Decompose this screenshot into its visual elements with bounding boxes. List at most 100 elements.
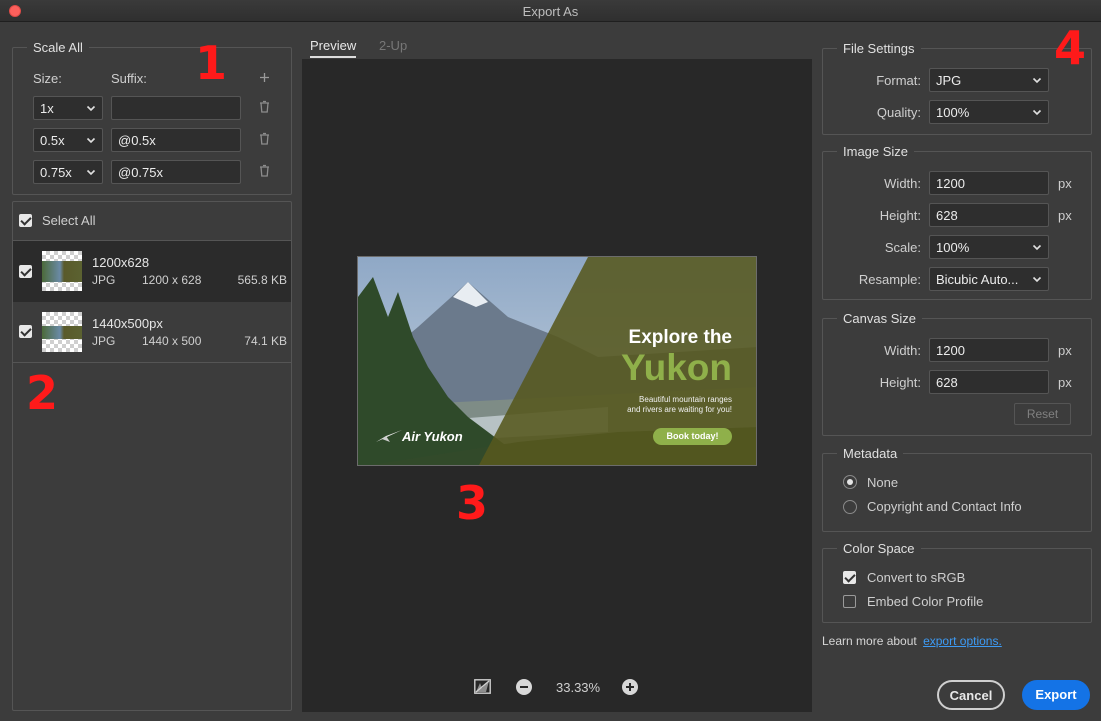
annotation-number: 3	[456, 476, 489, 530]
scale-label: Scale:	[884, 240, 921, 255]
export-options-link[interactable]: export options.	[923, 634, 1002, 648]
image-height-unit: px	[1058, 208, 1072, 223]
scale-size-value: 0.75x	[40, 165, 72, 180]
export-button[interactable]: Export	[1022, 680, 1090, 710]
scale-size-value: 0.5x	[40, 133, 65, 148]
image-height-input[interactable]: 628	[929, 203, 1049, 227]
tab-2-up[interactable]: 2-Up	[379, 38, 407, 53]
learn-more-text: Learn more about export options.	[822, 634, 1002, 648]
banner-heading: Explore the	[628, 327, 732, 348]
asset-format: JPG	[92, 273, 116, 287]
asset-thumbnail	[42, 312, 82, 352]
file-settings-legend: File Settings	[837, 41, 921, 56]
window-title: Export As	[522, 4, 579, 19]
canvas-height-label: Height:	[879, 375, 921, 390]
metadata-copyright-radio[interactable]	[843, 500, 857, 514]
banner-title: Yukon	[620, 347, 732, 388]
plus-icon[interactable]	[259, 72, 270, 83]
scale-size-select-2[interactable]: 0.5x	[33, 128, 103, 152]
resample-label: Resample:	[858, 272, 921, 287]
canvas-height-unit: px	[1058, 375, 1072, 390]
image-width-label: Width:	[884, 176, 921, 191]
trash-icon[interactable]	[259, 164, 270, 177]
size-label: Size:	[33, 71, 62, 86]
chevron-down-icon	[86, 169, 96, 176]
chevron-down-icon	[1032, 109, 1042, 116]
format-label: Format:	[876, 73, 921, 88]
chevron-down-icon	[86, 137, 96, 144]
resample-value: Bicubic Auto...	[936, 272, 1019, 287]
image-width-unit: px	[1058, 176, 1072, 191]
metadata-panel	[822, 453, 1092, 532]
suffix-label: Suffix:	[111, 71, 147, 86]
metadata-copyright-label: Copyright and Contact Info	[867, 499, 1022, 514]
image-width-input[interactable]: 1200	[929, 171, 1049, 195]
trash-icon[interactable]	[259, 132, 270, 145]
asset-name: 1440x500px	[92, 316, 163, 331]
asset-size: 565.8 KB	[237, 273, 287, 287]
tab-preview[interactable]: Preview	[310, 38, 356, 53]
learn-more-label: Learn more about	[822, 634, 917, 648]
quality-label: Quality:	[876, 105, 921, 120]
canvas-size-legend: Canvas Size	[837, 311, 922, 326]
banner-cta-button: Book today!	[653, 428, 732, 445]
trash-icon[interactable]	[259, 100, 270, 113]
asset-row-2[interactable]: 1440x500px JPG 1440 x 500 74.1 KB	[13, 302, 291, 363]
banner-subtext-2: and rivers are waiting for you!	[627, 405, 732, 414]
zoom-out-icon[interactable]	[516, 679, 532, 695]
select-all-checkbox[interactable]	[19, 214, 32, 227]
convert-srgb-checkbox[interactable]	[843, 571, 856, 584]
annotation-number: 4	[1054, 21, 1087, 75]
suffix-input-1[interactable]	[111, 96, 241, 120]
embed-profile-checkbox[interactable]	[843, 595, 856, 608]
canvas-height-input[interactable]: 628	[929, 370, 1049, 394]
suffix-input-2[interactable]: @0.5x	[111, 128, 241, 152]
format-select[interactable]: JPG	[929, 68, 1049, 92]
asset-checkbox[interactable]	[19, 325, 32, 338]
scale-size-select-1[interactable]: 1x	[33, 96, 103, 120]
scale-all-legend: Scale All	[27, 40, 89, 55]
scale-select[interactable]: 100%	[929, 235, 1049, 259]
format-value: JPG	[936, 73, 962, 88]
asset-name: 1200x628	[92, 255, 150, 270]
title-bar: Export As	[0, 0, 1101, 22]
banner-brand: Air Yukon	[402, 429, 463, 444]
annotation-number: 1	[195, 36, 228, 90]
canvas-width-label: Width:	[884, 343, 921, 358]
quality-select[interactable]: 100%	[929, 100, 1049, 124]
asset-row-1[interactable]: 1200x628 JPG 1200 x 628 565.8 KB	[13, 241, 291, 302]
embed-profile-label: Embed Color Profile	[867, 594, 984, 609]
asset-dims: 1440 x 500	[142, 334, 202, 348]
active-tab-underline	[310, 56, 356, 58]
airplane-logo-icon	[376, 430, 402, 442]
suffix-input-3[interactable]: @0.75x	[111, 160, 241, 184]
scale-size-value: 1x	[40, 101, 54, 116]
asset-thumbnail	[42, 251, 82, 291]
resample-select[interactable]: Bicubic Auto...	[929, 267, 1049, 291]
chevron-down-icon	[1032, 244, 1042, 251]
chevron-down-icon	[86, 105, 96, 112]
zoom-level: 33.33%	[556, 680, 601, 695]
canvas-width-unit: px	[1058, 343, 1072, 358]
metadata-none-radio[interactable]	[843, 475, 857, 489]
select-all-label: Select All	[42, 213, 96, 228]
asset-checkbox[interactable]	[19, 265, 32, 278]
fit-to-view-icon[interactable]	[474, 679, 491, 694]
metadata-none-label: None	[867, 475, 899, 490]
preview-image: Explore the Yukon Beautiful mountain ran…	[357, 256, 757, 466]
scale-value: 100%	[936, 240, 970, 255]
quality-value: 100%	[936, 105, 970, 120]
reset-button[interactable]: Reset	[1014, 403, 1071, 425]
chevron-down-icon	[1032, 77, 1042, 84]
scale-size-select-3[interactable]: 0.75x	[33, 160, 103, 184]
color-space-panel	[822, 548, 1092, 623]
zoom-in-icon[interactable]	[622, 679, 638, 695]
cancel-button[interactable]: Cancel	[937, 680, 1005, 710]
chevron-down-icon	[1032, 276, 1042, 283]
banner-subtext-1: Beautiful mountain ranges	[639, 395, 732, 404]
asset-dims: 1200 x 628	[142, 273, 202, 287]
image-height-label: Height:	[879, 208, 921, 223]
canvas-width-input[interactable]: 1200	[929, 338, 1049, 362]
color-space-legend: Color Space	[837, 541, 921, 556]
metadata-legend: Metadata	[837, 446, 904, 461]
